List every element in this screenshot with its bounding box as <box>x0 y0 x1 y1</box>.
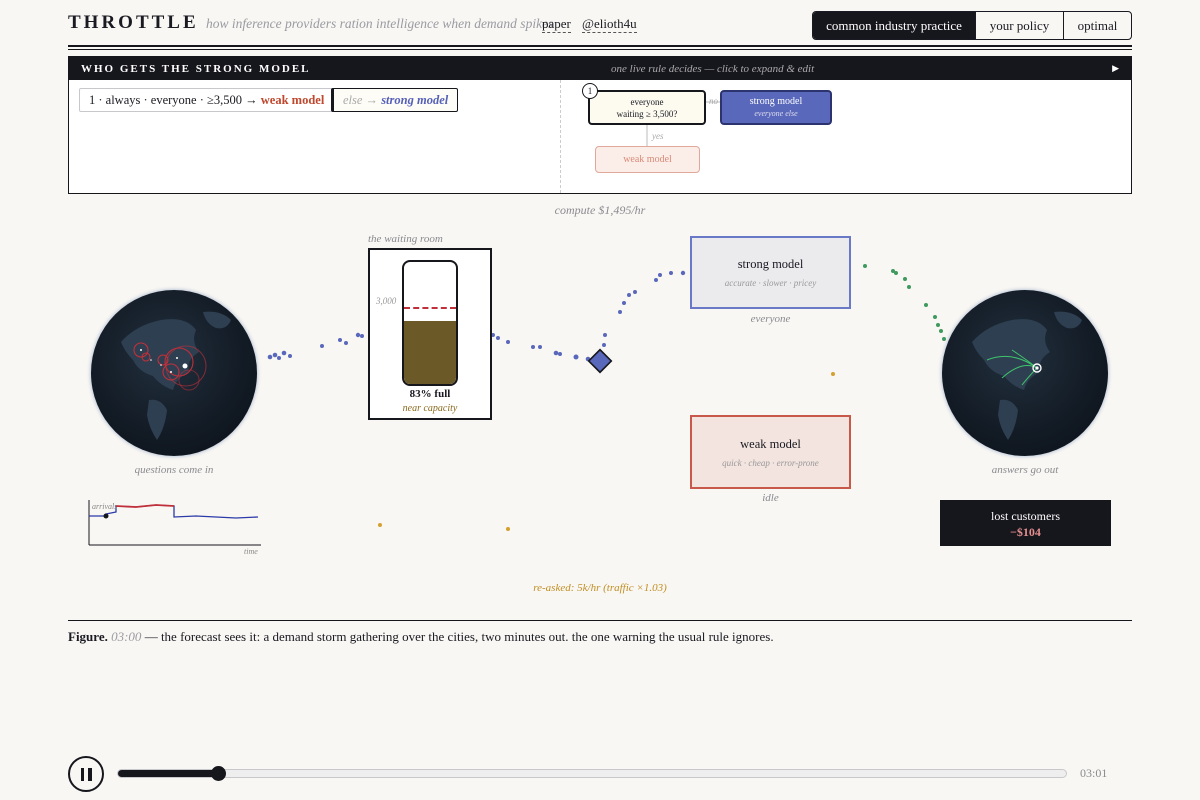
arrivals-label: arrivals <box>92 502 118 511</box>
strong-model-box[interactable]: strong model accurate · slower · pricey <box>690 236 851 309</box>
timeline-slider[interactable] <box>117 766 1067 781</box>
arrivals-axis-label: time <box>244 547 258 556</box>
globe-questions <box>91 290 257 456</box>
paper-link[interactable]: paper <box>542 16 571 33</box>
tree-step-badge: 1 <box>582 83 598 99</box>
author-link[interactable]: @elioth4u <box>582 16 637 33</box>
pause-icon <box>80 767 84 781</box>
queue-inflow-particles <box>267 332 364 360</box>
tree-yes-label: yes <box>652 131 664 141</box>
lost-customers-card: lost customers −$104 <box>940 500 1111 546</box>
figure-time: 03:00 <box>111 629 142 644</box>
router-diamond[interactable] <box>587 348 613 374</box>
lost-customers-value: −$104 <box>1010 525 1041 539</box>
reasked-traffic: re-asked: 5k/hr (traffic ×1.03) <box>533 582 667 594</box>
triangle-right-icon[interactable]: ▶ <box>1112 63 1119 74</box>
header-rule <box>68 45 1132 47</box>
globe-answers <box>942 290 1108 456</box>
rules-panel-title: WHO GETS THE STRONG MODEL <box>81 62 311 75</box>
app-title: THROTTLE <box>68 12 199 33</box>
weak-model-caption: idle <box>762 492 779 504</box>
weak-model-title: weak model <box>740 436 801 451</box>
policy-tabs: common industry practice your policy opt… <box>812 11 1132 40</box>
queue-fill-level <box>404 320 456 384</box>
rules-panel-subtitle: one live rule decides — click to expand … <box>611 63 815 75</box>
queue-threshold-line <box>404 307 456 309</box>
arrivals-cursor <box>103 513 109 519</box>
globe-answers-caption: answers go out <box>991 464 1059 476</box>
compute-cost: compute $1,495/hr <box>554 203 646 217</box>
waiting-room-label: the waiting room <box>368 233 443 245</box>
rule-else-text: else → <box>343 92 379 107</box>
tree-no-label: no <box>709 96 718 106</box>
tab-optimal[interactable]: optimal <box>1063 12 1131 39</box>
tree-condition-node[interactable]: everyone waiting ≥ 3,500? <box>588 90 706 125</box>
rule-chip-else[interactable]: else → strong model <box>331 88 459 112</box>
tree-condition-line2: waiting ≥ 3,500? <box>616 108 678 119</box>
rule-else-target: strong model <box>381 92 449 107</box>
dispatch-particles <box>491 270 686 362</box>
lost-customers-label: lost customers <box>991 509 1060 523</box>
rule-1-text: 1 · always · everyone · ≥3,500 → <box>89 92 258 107</box>
globe-questions-caption: questions come in <box>134 464 214 476</box>
waiting-room: 3,000 83% full near capacity <box>368 248 492 420</box>
strong-model-caption: everyone <box>750 313 791 325</box>
tagline: how inference providers ration intellige… <box>206 16 554 31</box>
queue-status: near capacity <box>402 403 458 414</box>
tree-strong-label: strong model <box>749 95 803 107</box>
pause-button[interactable] <box>68 756 104 792</box>
tab-common-industry-practice[interactable]: common industry practice <box>813 12 975 39</box>
earth-map-icon <box>121 311 231 440</box>
queue-fill-text: 83% full <box>409 388 451 400</box>
rules-panel-header[interactable]: WHO GETS THE STRONG MODEL one live rule … <box>69 57 1131 80</box>
figure-text: — the forecast sees it: a demand storm g… <box>144 629 774 644</box>
weak-model-box[interactable]: weak model quick · cheap · error-prone <box>690 415 851 489</box>
tree-weak-node[interactable]: weak model <box>595 146 700 173</box>
earth-map-icon <box>972 311 1082 440</box>
tree-strong-sub: everyone else <box>754 108 798 118</box>
playback-time: 03:01 <box>1080 766 1108 780</box>
header-rule-thin <box>68 49 1132 50</box>
timeline-progress <box>118 770 219 777</box>
tab-your-policy[interactable]: your policy <box>975 12 1063 39</box>
weak-model-sub: quick · cheap · error-prone <box>722 457 819 468</box>
answer-particles <box>863 264 946 341</box>
rules-panel: WHO GETS THE STRONG MODEL one live rule … <box>68 56 1132 194</box>
queue-threshold-label: 3,000 <box>376 296 397 306</box>
rule-chip-1[interactable]: 1 · always · everyone · ≥3,500 → weak mo… <box>79 88 335 112</box>
strong-model-sub: accurate · slower · pricey <box>724 278 817 288</box>
figure-rule <box>68 620 1132 621</box>
timeline-handle[interactable] <box>211 766 227 781</box>
queue-tank <box>402 260 458 386</box>
tree-condition-line1: everyone <box>630 96 664 107</box>
tree-strong-node[interactable]: strong model everyone else <box>720 90 832 125</box>
figure-label: Figure. <box>68 629 108 644</box>
rule-1-target: weak model <box>260 92 325 107</box>
strong-model-title: strong model <box>737 257 804 271</box>
figure-caption: Figure. 03:00 — the forecast sees it: a … <box>68 629 774 645</box>
